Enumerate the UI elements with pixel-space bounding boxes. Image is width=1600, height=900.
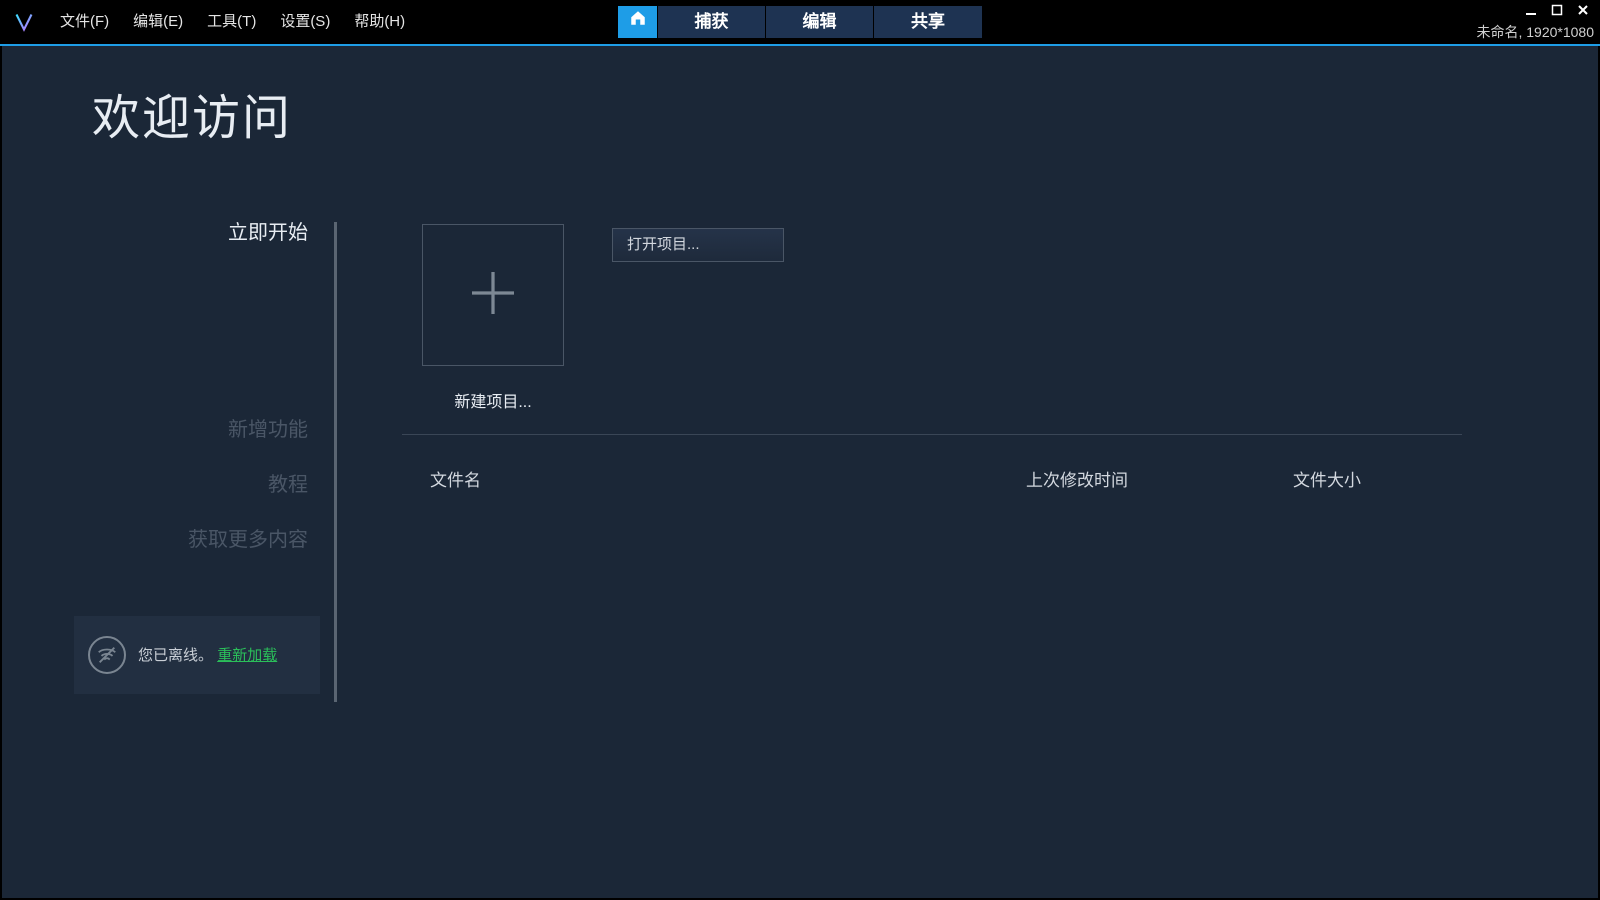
sidebar-item-getmore[interactable]: 获取更多内容 [188,523,308,552]
app-logo-icon [0,0,48,44]
menu-tools-label: 工具(T) [207,13,256,30]
client-area: 欢迎访问 立即开始 新增功能 教程 获取更多内容 您已离线。 重新加载 [2,46,1598,898]
sidebar-divider [334,222,337,702]
title-status: 未命名, 1920*1080 [1476,22,1594,42]
column-modified[interactable]: 上次修改时间 [962,466,1192,491]
menu-edit[interactable]: 编辑(E) [121,0,195,44]
sidebar-item-label: 立即开始 [228,222,308,244]
menu-help[interactable]: 帮助(H) [342,0,417,44]
close-button[interactable] [1570,0,1596,20]
open-project-button[interactable]: 打开项目... [612,228,784,262]
new-project-box [422,224,564,366]
open-project-label: 打开项目... [627,236,700,253]
tab-capture[interactable]: 捕获 [658,6,766,38]
minimize-button[interactable] [1518,0,1544,20]
menu-help-label: 帮助(H) [354,13,405,30]
offline-banner: 您已离线。 重新加载 [74,616,320,694]
menu-bar: 文件(F) 编辑(E) 工具(T) 设置(S) 帮助(H) [48,0,417,44]
new-project-tile[interactable]: 新建项目... [422,224,564,412]
sidebar-item-start[interactable]: 立即开始 [228,216,308,245]
tab-share-label: 共享 [911,12,945,31]
offline-text: 您已离线。 重新加载 [138,645,277,666]
menu-tools[interactable]: 工具(T) [195,0,268,44]
menu-file[interactable]: 文件(F) [48,0,121,44]
new-project-label: 新建项目... [422,388,564,412]
sidebar-item-label: 新增功能 [228,419,308,441]
mode-tab-bar: 捕获 编辑 共享 [618,6,982,38]
welcome-sidebar: 立即开始 新增功能 教程 获取更多内容 [2,216,342,578]
tab-home[interactable] [618,6,658,38]
recent-table-header: 文件名 上次修改时间 文件大小 [402,466,1462,491]
menu-settings-label: 设置(S) [280,13,330,30]
sidebar-item-whatsnew[interactable]: 新增功能 [228,413,308,442]
title-bar: 文件(F) 编辑(E) 工具(T) 设置(S) 帮助(H) 捕获 编辑 共享 未… [0,0,1600,44]
window-controls [1518,0,1596,20]
maximize-button[interactable] [1544,0,1570,20]
menu-file-label: 文件(F) [60,13,109,30]
table-divider [402,434,1462,435]
plus-icon [465,265,521,326]
offline-message: 您已离线。 [138,647,213,664]
offline-reload-link[interactable]: 重新加载 [217,647,277,664]
column-size[interactable]: 文件大小 [1192,466,1462,491]
offline-icon [88,636,126,674]
home-icon [629,6,647,38]
sidebar-item-tutorials[interactable]: 教程 [268,468,308,497]
tab-share[interactable]: 共享 [874,6,982,38]
sidebar-item-label: 教程 [268,474,308,496]
column-filename[interactable]: 文件名 [402,466,962,491]
page-title: 欢迎访问 [92,78,292,148]
tab-edit[interactable]: 编辑 [766,6,874,38]
menu-edit-label: 编辑(E) [133,13,183,30]
tab-capture-label: 捕获 [695,12,729,31]
sidebar-item-label: 获取更多内容 [188,529,308,551]
menu-settings[interactable]: 设置(S) [268,0,342,44]
tab-edit-label: 编辑 [803,12,837,31]
